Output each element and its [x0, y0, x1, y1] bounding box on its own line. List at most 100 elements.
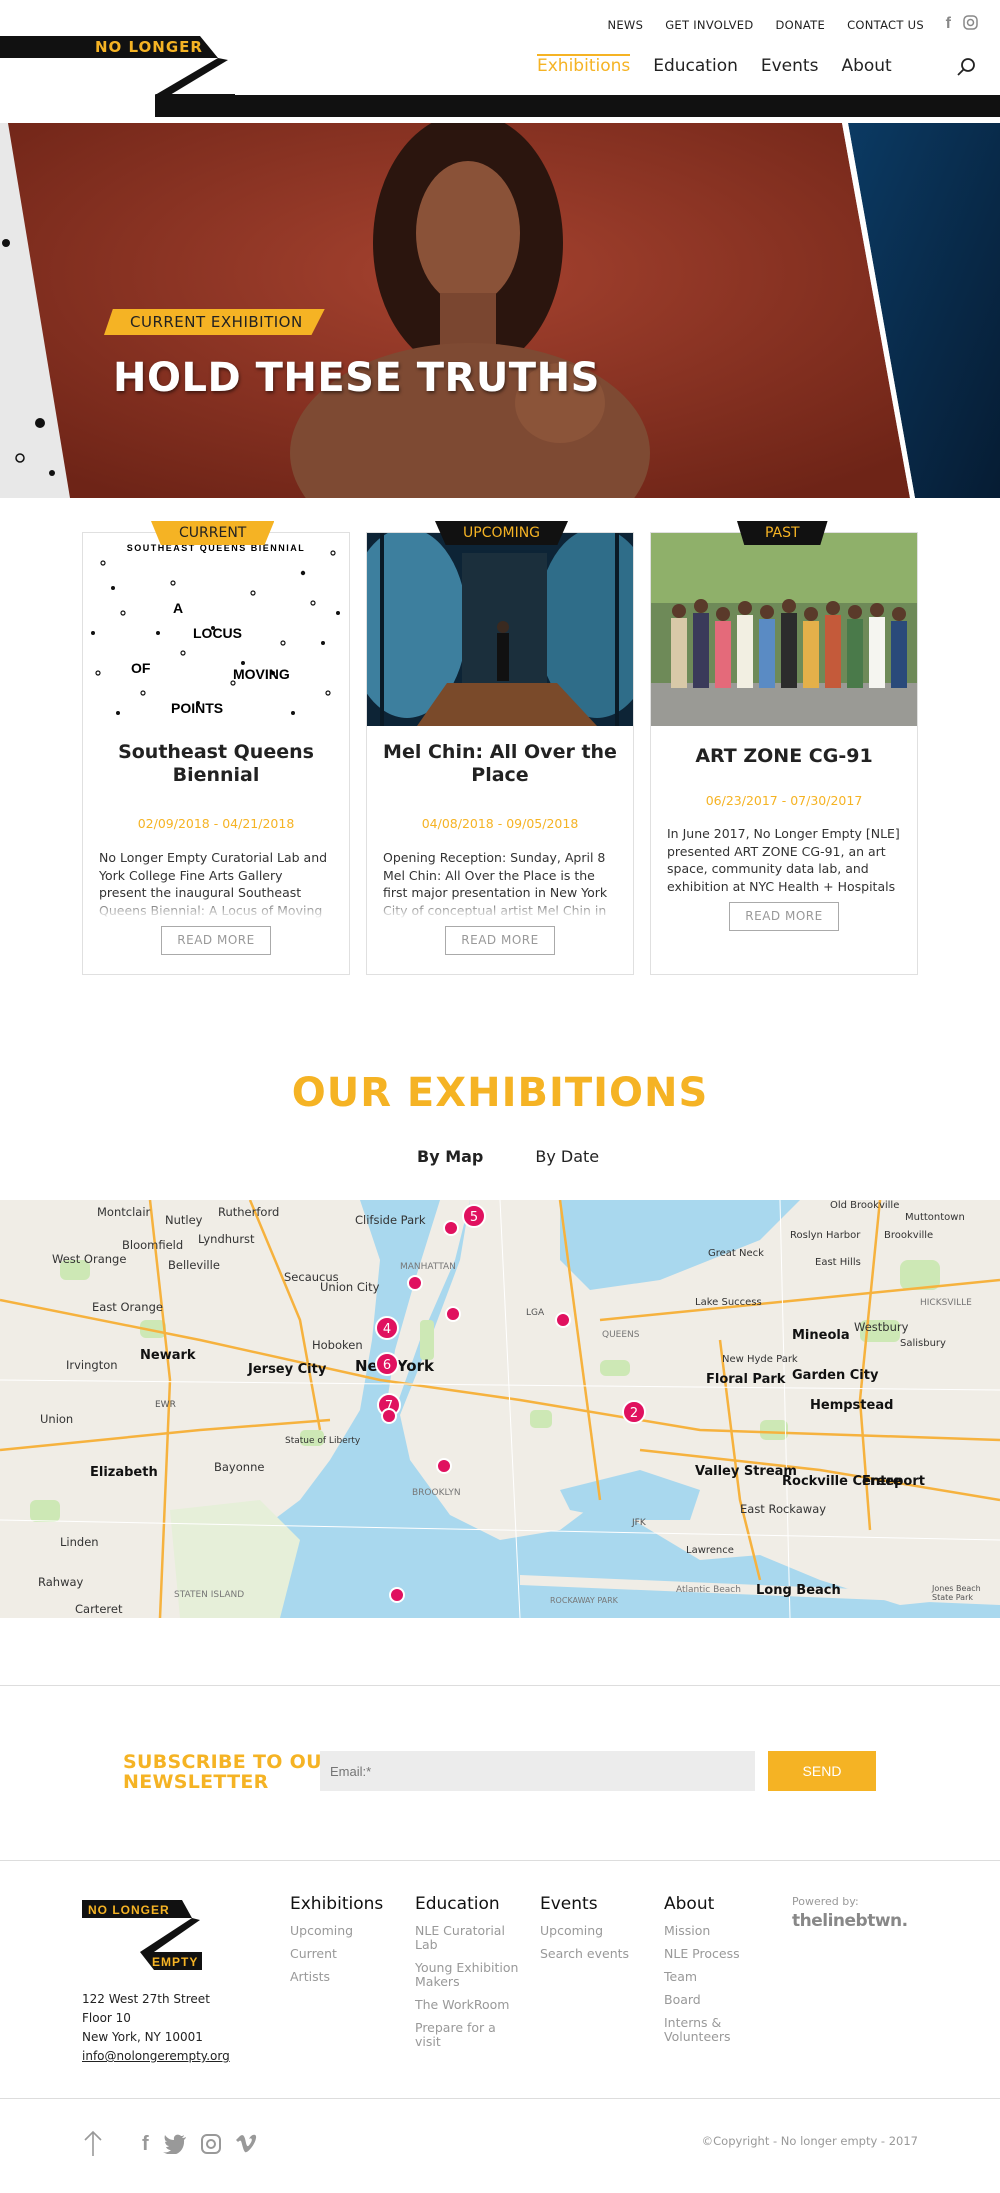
map-label: ROCKAWAY PARK — [550, 1596, 618, 1605]
map-pin[interactable] — [389, 1587, 405, 1603]
footer-link[interactable]: Artists — [290, 1970, 400, 1984]
search-icon[interactable] — [956, 56, 978, 78]
facebook-icon[interactable]: f — [142, 2133, 149, 2156]
footer-link[interactable]: Board — [664, 1993, 754, 2007]
map-label: Irvington — [66, 1358, 118, 1372]
map-pin-5[interactable]: 5 — [462, 1204, 486, 1228]
footer-link[interactable]: Prepare for a visit — [415, 2021, 525, 2049]
read-more-button[interactable]: READ MORE — [445, 926, 555, 955]
address-line: Floor 10 — [82, 2011, 131, 2025]
map-label: Elizabeth — [90, 1465, 158, 1480]
footer-col-title[interactable]: Exhibitions — [290, 1894, 400, 1914]
card-date: 02/09/2018 - 04/21/2018 — [137, 816, 295, 831]
address-line: 122 West 27th Street — [82, 1992, 210, 2006]
logo-text-line1: NO LONGER — [95, 38, 203, 56]
map-label: Lake Success — [695, 1297, 762, 1308]
divider — [0, 2098, 1000, 2099]
exhibitions-map[interactable]: Montclair Nutley Rutherford Clifside Par… — [0, 1200, 1000, 1618]
map-label: West Orange — [52, 1252, 127, 1266]
powered-by[interactable]: Powered by: thelinebtwn. — [792, 1895, 908, 1931]
top-nav: NEWS GET INVOLVED DONATE CONTACT US — [607, 18, 924, 32]
map-pin-2[interactable]: 2 — [622, 1400, 646, 1424]
footer-link[interactable]: Team — [664, 1970, 754, 1984]
map-label: Lyndhurst — [198, 1232, 255, 1246]
footer-link[interactable]: Interns & Volunteers — [664, 2016, 754, 2044]
footer-col-title[interactable]: About — [664, 1894, 754, 1914]
map-label: Clifside Park — [355, 1213, 426, 1227]
footer-address: 122 West 27th Street Floor 10 New York, … — [82, 1990, 230, 2066]
exhibition-card-upcoming[interactable]: UPCOMING Mel Chin: All Over the Place 04… — [366, 521, 634, 975]
vimeo-icon[interactable] — [235, 2134, 257, 2154]
nav-contact-us[interactable]: CONTACT US — [847, 18, 924, 32]
map-pin[interactable] — [555, 1312, 571, 1328]
back-to-top-arrow-icon[interactable] — [82, 2130, 104, 2158]
hero-banner[interactable]: CURRENT EXHIBITION HOLD THESE TRUTHS — [0, 123, 1000, 498]
map-label: Brookville — [884, 1230, 934, 1241]
map-label: HICKSVILLE — [920, 1298, 972, 1308]
instagram-icon[interactable] — [963, 15, 978, 34]
map-pin[interactable] — [407, 1275, 423, 1291]
footer-logo-line2: EMPTY — [152, 1955, 198, 1969]
tab-by-date[interactable]: By Date — [535, 1147, 599, 1166]
map-label: QUEENS — [602, 1330, 640, 1340]
map-pin-4[interactable]: 4 — [375, 1316, 399, 1340]
tab-by-map[interactable]: By Map — [417, 1147, 483, 1166]
read-more-button[interactable]: READ MORE — [729, 902, 839, 931]
map-pin[interactable] — [436, 1458, 452, 1474]
nav-get-involved[interactable]: GET INVOLVED — [665, 18, 753, 32]
card-title[interactable]: ART ZONE CG-91 — [661, 745, 907, 768]
footer-col-title[interactable]: Education — [415, 1894, 525, 1914]
poster-word-locus: LOCUS — [193, 625, 242, 641]
instagram-icon[interactable] — [200, 2134, 221, 2154]
map-label: JFK — [632, 1518, 646, 1528]
newsletter-title-line2: NEWSLETTER — [123, 1771, 269, 1793]
footer-link[interactable]: NLE Curatorial Lab — [415, 1924, 525, 1952]
footer-link[interactable]: Mission — [664, 1924, 754, 1938]
footer-email-link[interactable]: info@nolongerempty.org — [82, 2047, 230, 2066]
nav-about[interactable]: About — [841, 56, 891, 82]
map-pin-6[interactable]: 6 — [375, 1352, 399, 1376]
nav-exhibitions[interactable]: Exhibitions — [537, 54, 631, 82]
twitter-icon[interactable] — [162, 2134, 187, 2154]
newsletter-send-button[interactable]: SEND — [768, 1751, 876, 1791]
footer-link[interactable]: The WorkRoom — [415, 1998, 525, 2012]
map-label: Statue of Liberty — [285, 1436, 361, 1446]
map-label: Belleville — [168, 1258, 220, 1272]
map-label: Garden City — [792, 1368, 879, 1383]
footer-link[interactable]: NLE Process — [664, 1947, 754, 1961]
exhibition-card-past[interactable]: PAST ART ZONE CG-91 06/23/2017 - 07/30/2… — [650, 521, 918, 975]
map-label: Nutley — [165, 1213, 203, 1227]
address-line: New York, NY 10001 — [82, 2030, 203, 2044]
card-title[interactable]: Mel Chin: All Over the Place — [377, 741, 623, 787]
exhibition-card-current[interactable]: CURRENT SOUTHEAST QUEENS BIENNIAL A LOCU… — [82, 521, 350, 975]
footer-link[interactable]: Current — [290, 1947, 400, 1961]
map-label: Muttontown — [905, 1212, 965, 1223]
poster-word-moving: MOVING — [233, 666, 290, 682]
footer-col-title[interactable]: Events — [540, 1894, 650, 1914]
map-label: New Hyde Park — [722, 1354, 798, 1365]
exhibition-cards: CURRENT SOUTHEAST QUEENS BIENNIAL A LOCU… — [82, 520, 918, 975]
footer-link[interactable]: Upcoming — [290, 1924, 400, 1938]
footer-link[interactable]: Search events — [540, 1947, 650, 1961]
hero-title[interactable]: HOLD THESE TRUTHS — [113, 355, 600, 401]
map-label: STATEN ISLAND — [174, 1590, 245, 1600]
nav-education[interactable]: Education — [653, 56, 738, 82]
newsletter-email-input[interactable] — [320, 1751, 755, 1791]
card-title[interactable]: Southeast Queens Biennial — [93, 741, 339, 787]
footer-col-about: About Mission NLE Process Team Board Int… — [664, 1894, 754, 2053]
map-label: Long Beach — [756, 1583, 841, 1598]
map-pin[interactable] — [445, 1306, 461, 1322]
footer-logo[interactable]: NO LONGER EMPTY — [82, 1900, 202, 1972]
footer-link[interactable]: Young Exhibition Makers — [415, 1961, 525, 1989]
footer-link[interactable]: Upcoming — [540, 1924, 650, 1938]
facebook-icon[interactable]: f — [946, 15, 951, 34]
map-pin[interactable] — [443, 1220, 459, 1236]
map-label: LGA — [526, 1308, 545, 1318]
read-more-button[interactable]: READ MORE — [161, 926, 271, 955]
map-label: Jones Beach State Park — [932, 1584, 981, 1602]
map-label: Great Neck — [708, 1248, 764, 1259]
nav-news[interactable]: NEWS — [607, 18, 643, 32]
map-pin[interactable] — [381, 1408, 397, 1424]
nav-events[interactable]: Events — [761, 56, 819, 82]
nav-donate[interactable]: DONATE — [776, 18, 826, 32]
